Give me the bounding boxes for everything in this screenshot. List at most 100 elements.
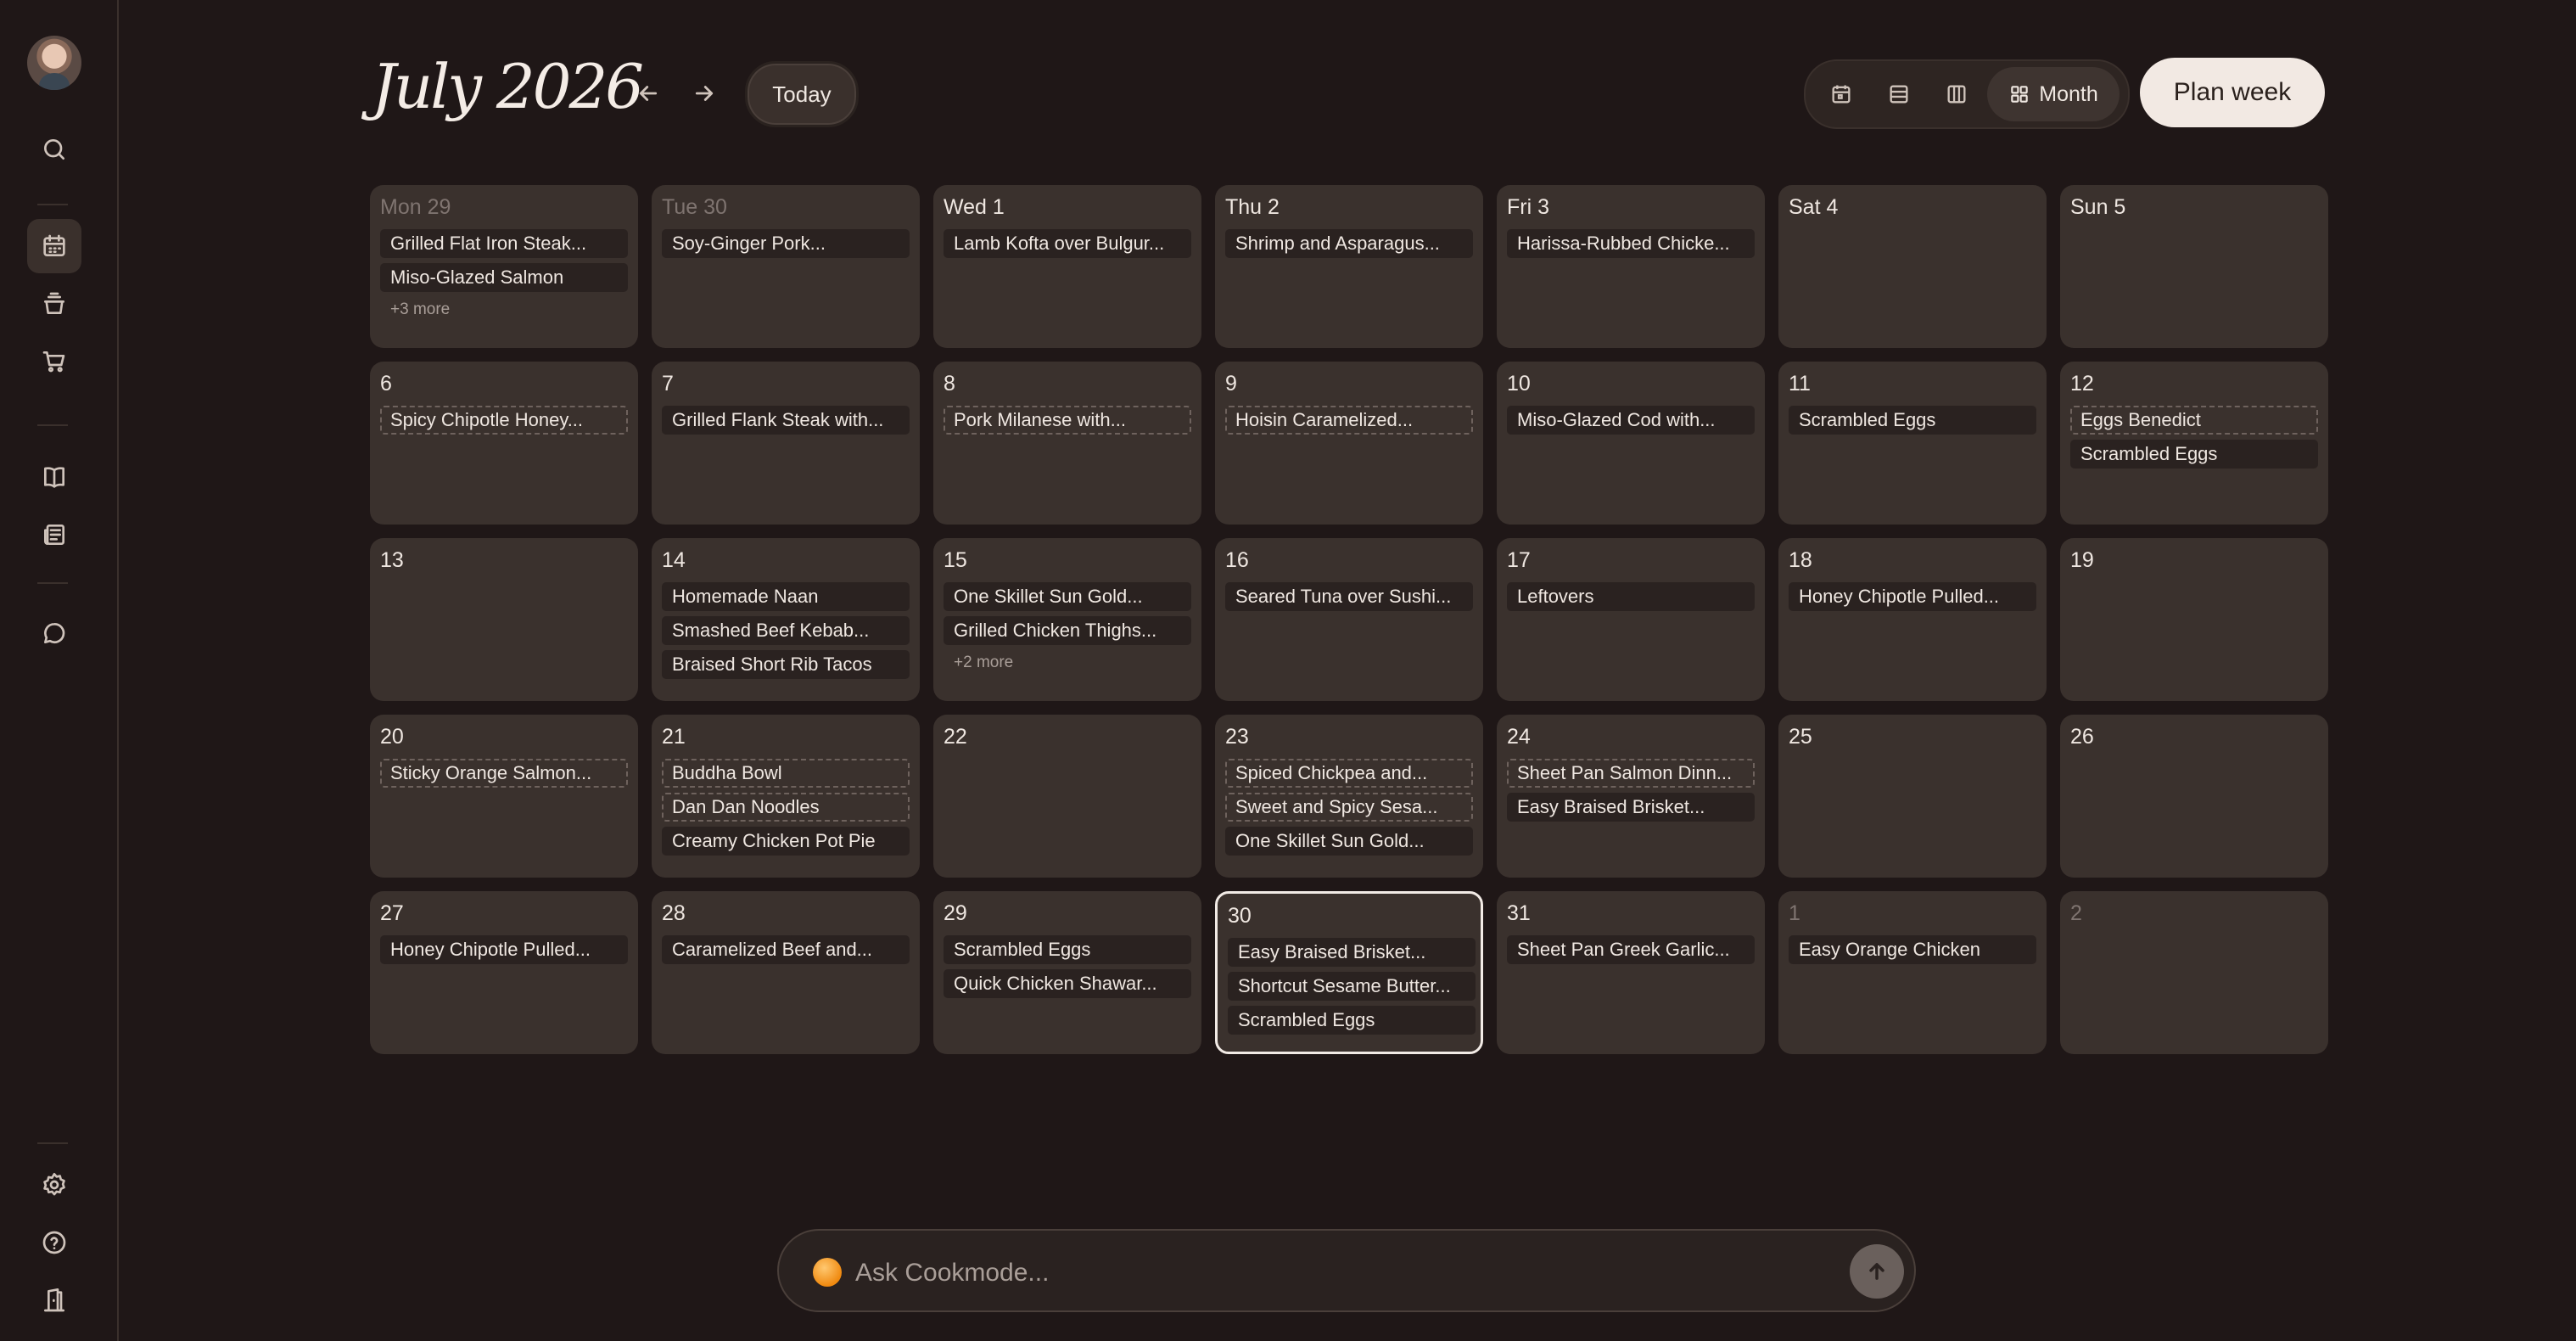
chat-button[interactable] bbox=[27, 606, 81, 660]
meal-item[interactable]: Seared Tuna over Sushi... bbox=[1225, 582, 1473, 611]
meal-item[interactable]: Sticky Orange Salmon... bbox=[380, 759, 628, 788]
calendar-day-cell[interactable]: 29 Scrambled Eggs Quick Chicken Shawar... bbox=[933, 891, 1201, 1054]
meal-item[interactable]: Harissa-Rubbed Chicke... bbox=[1507, 229, 1755, 258]
calendar-day-cell[interactable]: 16 Seared Tuna over Sushi... bbox=[1215, 538, 1483, 701]
calendar-day-cell[interactable]: 21 Buddha Bowl Dan Dan Noodles Creamy Chick… bbox=[652, 715, 920, 878]
next-month-button[interactable] bbox=[684, 73, 725, 114]
calendar-day-cell[interactable]: 15 One Skillet Sun Gold... Grilled Chicken… bbox=[933, 538, 1201, 701]
logout-button[interactable] bbox=[27, 1273, 81, 1327]
meal-item[interactable]: Quick Chicken Shawar... bbox=[944, 969, 1191, 998]
calendar-day-cell[interactable]: 7 Grilled Flank Steak with... bbox=[652, 362, 920, 525]
pantry-button[interactable] bbox=[27, 277, 81, 331]
calendar-day-cell[interactable]: Tue 30 Soy-Ginger Pork... bbox=[652, 185, 920, 348]
calendar-day-cell[interactable]: 24 Sheet Pan Salmon Dinn... Easy Braised B… bbox=[1497, 715, 1765, 878]
meal-item[interactable]: Leftovers bbox=[1507, 582, 1755, 611]
more-meals-link[interactable]: +3 more bbox=[390, 300, 450, 319]
meal-item[interactable]: Grilled Chicken Thighs... bbox=[944, 616, 1191, 645]
today-button[interactable]: Today bbox=[745, 61, 859, 127]
calendar-day-cell[interactable]: Sat 4 bbox=[1778, 185, 2047, 348]
calendar-day-icon bbox=[1832, 85, 1851, 104]
meal-item[interactable]: Easy Orange Chicken bbox=[1789, 935, 2036, 964]
calendar-day-cell[interactable]: 9 Hoisin Caramelized... bbox=[1215, 362, 1483, 525]
meal-item[interactable]: Caramelized Beef and... bbox=[662, 935, 910, 964]
previous-month-button[interactable] bbox=[628, 73, 669, 114]
calendar-day-cell[interactable]: 26 bbox=[2060, 715, 2328, 878]
meal-item[interactable]: Homemade Naan bbox=[662, 582, 910, 611]
cart-button[interactable] bbox=[27, 334, 81, 389]
calendar-day-cell[interactable]: 23 Spiced Chickpea and... Sweet and Spicy … bbox=[1215, 715, 1483, 878]
calendar-day-cell[interactable]: 22 bbox=[933, 715, 1201, 878]
view-week-button[interactable] bbox=[1931, 69, 1982, 120]
meal-item[interactable]: Honey Chipotle Pulled... bbox=[1789, 582, 2036, 611]
meal-item[interactable]: Hoisin Caramelized... bbox=[1225, 406, 1473, 435]
meal-item[interactable]: Sweet and Spicy Sesa... bbox=[1225, 793, 1473, 822]
calendar-day-cell[interactable]: 10 Miso-Glazed Cod with... bbox=[1497, 362, 1765, 525]
view-day-button[interactable] bbox=[1816, 69, 1867, 120]
ask-input[interactable] bbox=[854, 1251, 1756, 1295]
meal-item[interactable]: Lamb Kofta over Bulgur... bbox=[944, 229, 1191, 258]
calendar-day-cell[interactable]: 18 Honey Chipotle Pulled... bbox=[1778, 538, 2047, 701]
calendar-day-cell[interactable]: Mon 29 Grilled Flat Iron Steak... Miso-Gla… bbox=[370, 185, 638, 348]
meal-item[interactable]: Braised Short Rib Tacos bbox=[662, 650, 910, 679]
meal-item[interactable]: Sheet Pan Salmon Dinn... bbox=[1507, 759, 1755, 788]
meal-item[interactable]: Scrambled Eggs bbox=[1228, 1006, 1476, 1035]
avatar[interactable] bbox=[27, 36, 81, 90]
calendar-day-cell[interactable]: 20 Sticky Orange Salmon... bbox=[370, 715, 638, 878]
meal-item[interactable]: Dan Dan Noodles bbox=[662, 793, 910, 822]
meal-item[interactable]: Spicy Chipotle Honey... bbox=[380, 406, 628, 435]
meal-item[interactable]: Grilled Flat Iron Steak... bbox=[380, 229, 628, 258]
more-meals-link[interactable]: +2 more bbox=[954, 654, 1013, 672]
calendar-button[interactable] bbox=[27, 219, 81, 273]
articles-button[interactable] bbox=[27, 508, 81, 562]
meal-item[interactable]: Scrambled Eggs bbox=[1789, 406, 2036, 435]
calendar-day-cell[interactable]: 25 bbox=[1778, 715, 2047, 878]
calendar-day-cell[interactable]: 8 Pork Milanese with... bbox=[933, 362, 1201, 525]
meal-item[interactable]: Creamy Chicken Pot Pie bbox=[662, 827, 910, 856]
calendar-day-cell[interactable]: Fri 3 Harissa-Rubbed Chicke... bbox=[1497, 185, 1765, 348]
calendar-day-cell[interactable]: 31 Sheet Pan Greek Garlic... bbox=[1497, 891, 1765, 1054]
calendar-day-cell[interactable]: 17 Leftovers bbox=[1497, 538, 1765, 701]
meal-item[interactable]: One Skillet Sun Gold... bbox=[1225, 827, 1473, 856]
meal-item[interactable]: Pork Milanese with... bbox=[944, 406, 1191, 435]
help-button[interactable] bbox=[27, 1215, 81, 1270]
calendar-day-cell[interactable]: 2 bbox=[2060, 891, 2328, 1054]
recipes-button[interactable] bbox=[27, 450, 81, 504]
meal-item[interactable]: Honey Chipotle Pulled... bbox=[380, 935, 628, 964]
calendar-day-cell[interactable]: 1 Easy Orange Chicken bbox=[1778, 891, 2047, 1054]
calendar-day-cell[interactable]: 6 Spicy Chipotle Honey... bbox=[370, 362, 638, 525]
meal-item[interactable]: Easy Braised Brisket... bbox=[1507, 793, 1755, 822]
meal-item[interactable]: Miso-Glazed Salmon bbox=[380, 263, 628, 292]
meal-item[interactable]: Eggs Benedict bbox=[2070, 406, 2318, 435]
calendar-day-cell[interactable]: 11 Scrambled Eggs bbox=[1778, 362, 2047, 525]
meal-item[interactable]: Spiced Chickpea and... bbox=[1225, 759, 1473, 788]
calendar-day-cell[interactable]: Wed 1 Lamb Kofta over Bulgur... bbox=[933, 185, 1201, 348]
meal-item[interactable]: Easy Braised Brisket... bbox=[1228, 938, 1476, 967]
calendar-day-cell[interactable]: 28 Caramelized Beef and... bbox=[652, 891, 920, 1054]
meal-item[interactable]: Buddha Bowl bbox=[662, 759, 910, 788]
meal-item[interactable]: Scrambled Eggs bbox=[944, 935, 1191, 964]
meal-item[interactable]: Miso-Glazed Cod with... bbox=[1507, 406, 1755, 435]
meal-item[interactable]: Grilled Flank Steak with... bbox=[662, 406, 910, 435]
calendar-day-cell[interactable]: 13 bbox=[370, 538, 638, 701]
meal-item[interactable]: Soy-Ginger Pork... bbox=[662, 229, 910, 258]
view-list-button[interactable] bbox=[1873, 69, 1924, 120]
view-month-button[interactable]: Month bbox=[1987, 67, 2120, 121]
meal-item[interactable]: Scrambled Eggs bbox=[2070, 440, 2318, 469]
plan-week-button[interactable]: Plan week bbox=[2140, 58, 2325, 127]
meal-item[interactable]: Shrimp and Asparagus... bbox=[1225, 229, 1473, 258]
calendar-day-cell[interactable]: 19 bbox=[2060, 538, 2328, 701]
calendar-day-cell[interactable]: 27 Honey Chipotle Pulled... bbox=[370, 891, 638, 1054]
meal-item[interactable]: Sheet Pan Greek Garlic... bbox=[1507, 935, 1755, 964]
calendar-day-cell[interactable]: Thu 2 Shrimp and Asparagus... bbox=[1215, 185, 1483, 348]
search-button[interactable] bbox=[27, 122, 81, 177]
calendar-day-cell[interactable]: 12 Eggs Benedict Scrambled Eggs bbox=[2060, 362, 2328, 525]
calendar-icon bbox=[43, 234, 65, 256]
meal-item[interactable]: One Skillet Sun Gold... bbox=[944, 582, 1191, 611]
send-button[interactable] bbox=[1850, 1244, 1904, 1299]
calendar-day-cell[interactable]: 30 Easy Braised Brisket... Shortcut Sesame… bbox=[1215, 891, 1483, 1054]
meal-item[interactable]: Smashed Beef Kebab... bbox=[662, 616, 910, 645]
calendar-day-cell[interactable]: Sun 5 bbox=[2060, 185, 2328, 348]
settings-button[interactable] bbox=[27, 1158, 81, 1212]
calendar-day-cell[interactable]: 14 Homemade Naan Smashed Beef Kebab... Brai… bbox=[652, 538, 920, 701]
meal-item[interactable]: Shortcut Sesame Butter... bbox=[1228, 972, 1476, 1001]
